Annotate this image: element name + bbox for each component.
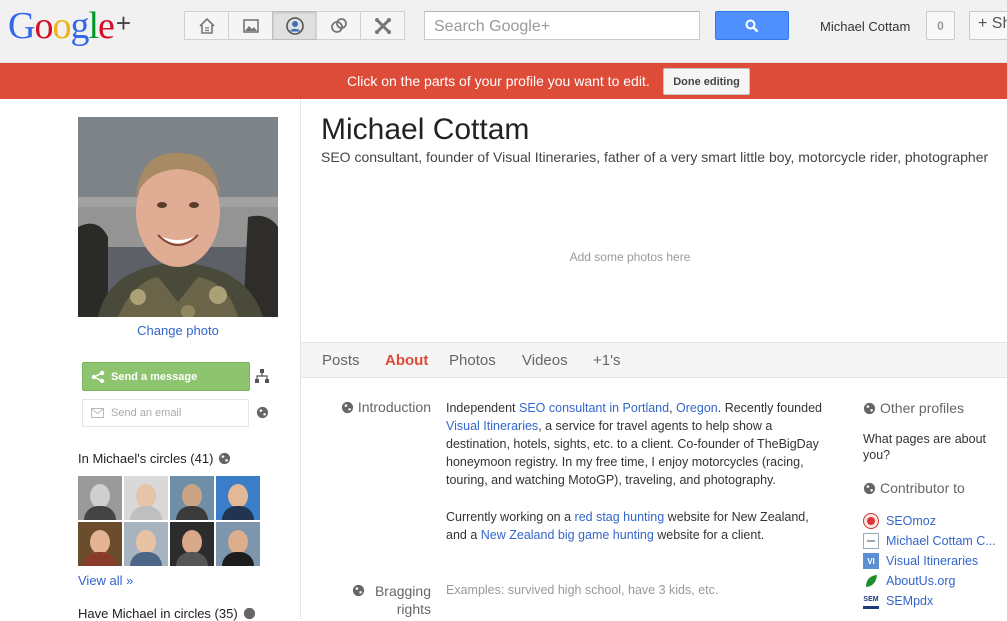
introduction-text[interactable]: Independent SEO consultant in Portland, … xyxy=(446,399,831,563)
leaf-icon xyxy=(863,573,879,589)
google-plus-logo[interactable]: Google+ xyxy=(8,4,131,48)
account-name[interactable]: Michael Cottam xyxy=(820,19,910,34)
globe-icon[interactable] xyxy=(218,452,231,465)
main-nav xyxy=(184,11,405,40)
globe-icon[interactable] xyxy=(256,406,269,424)
circle-avatar[interactable] xyxy=(216,476,260,520)
contributor-link[interactable]: AboutUs.org xyxy=(886,574,955,588)
seo-consultant-link[interactable]: SEO consultant in Portland xyxy=(519,401,669,415)
list-item[interactable]: Michael Cottam C... xyxy=(863,531,996,551)
tab-photos[interactable]: Photos xyxy=(449,352,496,369)
bragging-rights-field[interactable]: Examples: survived high school, have 3 k… xyxy=(446,583,718,597)
tab-about[interactable]: About xyxy=(385,352,428,369)
nav-profile[interactable] xyxy=(272,11,317,40)
in-circles-label: In Michael's circles (41) xyxy=(78,451,214,466)
red-stag-hunting-link[interactable]: red stag hunting xyxy=(575,510,665,524)
bragging-rights-label-text: Bragging rights xyxy=(374,583,431,617)
circle-avatar[interactable] xyxy=(124,476,168,520)
intro-text-span: Independent xyxy=(446,401,519,415)
circle-avatars xyxy=(78,476,260,566)
list-item[interactable]: SEM SEMpdx xyxy=(863,591,996,611)
page-icon xyxy=(863,533,879,549)
nav-games[interactable] xyxy=(360,11,405,40)
intro-paragraph-2: Currently working on a red stag hunting … xyxy=(446,508,831,544)
profile-photo[interactable] xyxy=(78,117,278,317)
globe-icon[interactable] xyxy=(863,482,876,495)
contributor-to-label: Contributor to xyxy=(880,480,965,496)
sempdx-icon: SEM xyxy=(863,593,879,609)
add-photos-placeholder[interactable]: Add some photos here xyxy=(301,250,1007,264)
contributor-link[interactable]: SEMpdx xyxy=(886,594,933,608)
search-icon xyxy=(745,19,759,32)
done-editing-button[interactable]: Done editing xyxy=(663,68,750,95)
list-item[interactable]: AboutUs.org xyxy=(863,571,996,591)
edit-profile-banner: Click on the parts of your profile you w… xyxy=(0,63,1007,99)
circle-avatar[interactable] xyxy=(78,522,122,566)
introduction-label: Introduction xyxy=(300,399,431,415)
search-button[interactable] xyxy=(715,11,789,40)
contributor-link[interactable]: Michael Cottam C... xyxy=(886,534,996,548)
circle-avatar[interactable] xyxy=(170,476,214,520)
tab-posts[interactable]: Posts xyxy=(322,352,360,369)
intro-text-span: website for a client. xyxy=(653,528,765,542)
top-bar: Google+ Search Google+ Michael Cottam 0 … xyxy=(0,0,1007,63)
globe-icon[interactable] xyxy=(341,401,354,414)
nz-big-game-hunting-link[interactable]: New Zealand big game hunting xyxy=(481,528,654,542)
nav-circles[interactable] xyxy=(316,11,361,40)
intro-text-span: . Recently founded xyxy=(717,401,822,415)
globe-icon[interactable] xyxy=(352,584,365,597)
introduction-label-text: Introduction xyxy=(357,399,431,415)
circles-icon xyxy=(330,17,347,33)
banner-text: Click on the parts of your profile you w… xyxy=(347,73,650,89)
other-profiles-label: Other profiles xyxy=(880,400,965,416)
contributor-link[interactable]: Visual Itineraries xyxy=(886,554,978,568)
bragging-rights-label: Bragging rights xyxy=(300,582,431,618)
vi-icon: VI xyxy=(863,553,879,569)
change-photo-link[interactable]: Change photo xyxy=(78,323,278,338)
contributor-to-heading: Contributor to xyxy=(863,480,965,496)
contributor-links: SEOmoz Michael Cottam C... VI Visual Iti… xyxy=(863,511,996,611)
notification-count[interactable]: 0 xyxy=(926,11,955,40)
circle-avatar[interactable] xyxy=(124,522,168,566)
intro-text-span: Currently working on a xyxy=(446,510,575,524)
send-message-label: Send a message xyxy=(111,370,198,383)
mail-icon xyxy=(91,408,104,418)
tab-videos[interactable]: Videos xyxy=(522,352,568,369)
seomoz-icon xyxy=(863,513,879,529)
profile-tagline[interactable]: SEO consultant, founder of Visual Itiner… xyxy=(321,149,1007,165)
profile-name[interactable]: Michael Cottam xyxy=(321,113,529,147)
profile-icon xyxy=(285,16,304,35)
send-email-label: Send an email xyxy=(111,407,182,419)
other-profiles-prompt[interactable]: What pages are about you? xyxy=(863,431,1003,463)
search-input[interactable]: Search Google+ xyxy=(424,11,700,40)
list-item[interactable]: VI Visual Itineraries xyxy=(863,551,996,571)
list-item[interactable]: SEOmoz xyxy=(863,511,996,531)
globe-icon[interactable] xyxy=(243,607,256,620)
hierarchy-icon[interactable] xyxy=(255,369,269,388)
share-button[interactable]: + Sh xyxy=(969,11,1007,40)
add-photos-label: Add some photos here xyxy=(569,250,691,264)
view-all-link[interactable]: View all » xyxy=(78,573,133,588)
circle-avatar[interactable] xyxy=(216,522,260,566)
intro-paragraph-1: Independent SEO consultant in Portland, … xyxy=(446,399,831,489)
tab-plus-ones[interactable]: +1's xyxy=(593,352,620,369)
other-profiles-heading: Other profiles xyxy=(863,400,964,416)
profile-tabs: Posts About Photos Videos +1's xyxy=(301,342,1007,378)
home-icon xyxy=(198,17,215,34)
games-icon xyxy=(374,17,391,34)
oregon-link[interactable]: Oregon xyxy=(676,401,718,415)
circle-avatar[interactable] xyxy=(170,522,214,566)
send-email-button[interactable]: Send an email xyxy=(82,399,249,427)
globe-icon[interactable] xyxy=(863,402,876,415)
circle-avatar[interactable] xyxy=(78,476,122,520)
contributor-link[interactable]: SEOmoz xyxy=(886,514,936,528)
share-icon xyxy=(91,370,105,383)
photos-icon xyxy=(242,18,259,33)
in-circles-heading: In Michael's circles (41) xyxy=(78,451,231,466)
visual-itineraries-link[interactable]: Visual Itineraries xyxy=(446,419,538,433)
send-message-button[interactable]: Send a message xyxy=(82,362,250,391)
nav-home[interactable] xyxy=(184,11,229,40)
nav-photos[interactable] xyxy=(228,11,273,40)
intro-text-span: , xyxy=(669,401,677,415)
